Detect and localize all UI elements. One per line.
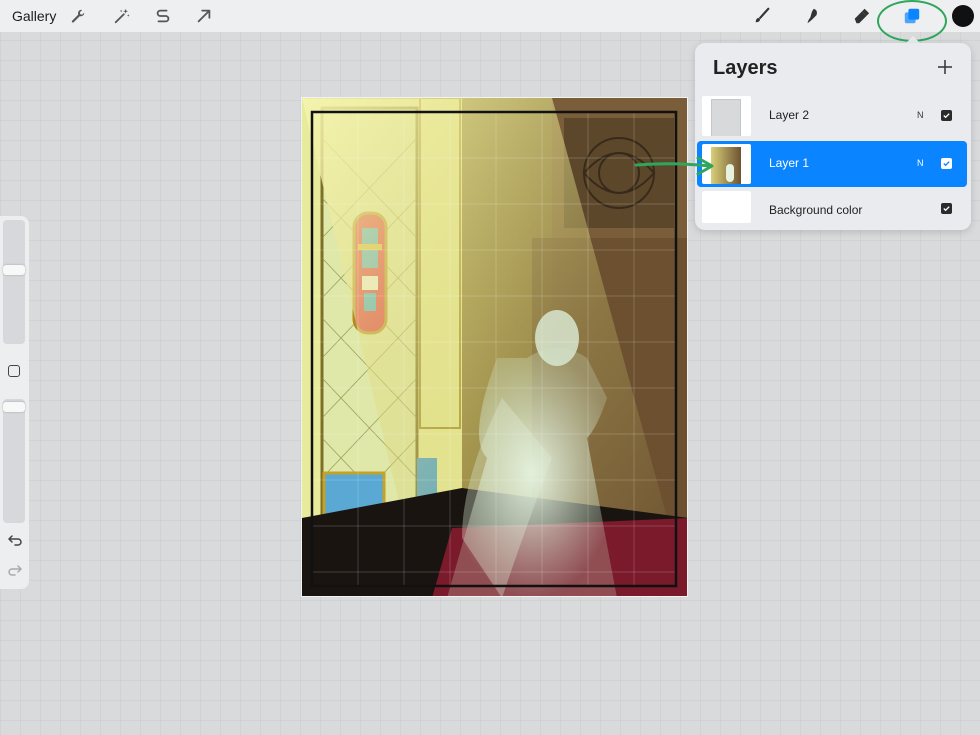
visibility-checkbox[interactable] — [941, 203, 952, 214]
layer-row-layer-1[interactable]: Layer 1 N — [697, 141, 967, 187]
layer-name: Layer 1 — [769, 156, 810, 170]
blend-mode-button[interactable]: N — [917, 110, 924, 120]
layer-thumbnail — [702, 96, 751, 136]
blend-mode-button[interactable]: N — [917, 158, 924, 168]
brush-size-thumb[interactable] — [3, 265, 25, 275]
left-sidebar — [0, 216, 29, 589]
drawing-canvas[interactable] — [301, 97, 688, 597]
eraser-icon[interactable] — [849, 4, 873, 28]
layers-panel: Layers Layer 2 N Layer 1 N Background co… — [695, 43, 971, 230]
gallery-button[interactable]: Gallery — [12, 8, 56, 24]
transform-arrow-icon[interactable] — [192, 4, 216, 28]
layer-name: Background color — [769, 203, 863, 217]
wrench-icon[interactable] — [66, 4, 90, 28]
layer-thumbnail — [702, 191, 751, 223]
selection-s-icon[interactable] — [151, 4, 175, 28]
layer-name: Layer 2 — [769, 108, 810, 122]
layers-title: Layers — [713, 57, 778, 79]
visibility-checkbox[interactable] — [941, 158, 952, 169]
visibility-checkbox[interactable] — [941, 110, 952, 121]
brush-size-slider[interactable] — [3, 220, 25, 344]
layer-row-layer-2[interactable]: Layer 2 N — [697, 93, 967, 139]
magic-wand-icon[interactable] — [110, 4, 134, 28]
redo-icon[interactable] — [7, 562, 23, 578]
top-toolbar: Gallery — [0, 0, 980, 32]
color-picker-button[interactable] — [952, 5, 974, 27]
layers-icon[interactable] — [900, 4, 924, 28]
plus-icon[interactable] — [934, 56, 956, 78]
layer-row-background[interactable]: Background color — [697, 188, 967, 228]
undo-icon[interactable] — [7, 532, 23, 548]
opacity-slider[interactable] — [3, 399, 25, 523]
smudge-icon[interactable] — [800, 4, 824, 28]
brush-icon[interactable] — [750, 4, 774, 28]
opacity-thumb[interactable] — [3, 402, 25, 412]
layer-thumbnail — [702, 144, 751, 184]
modify-button[interactable] — [8, 365, 20, 377]
